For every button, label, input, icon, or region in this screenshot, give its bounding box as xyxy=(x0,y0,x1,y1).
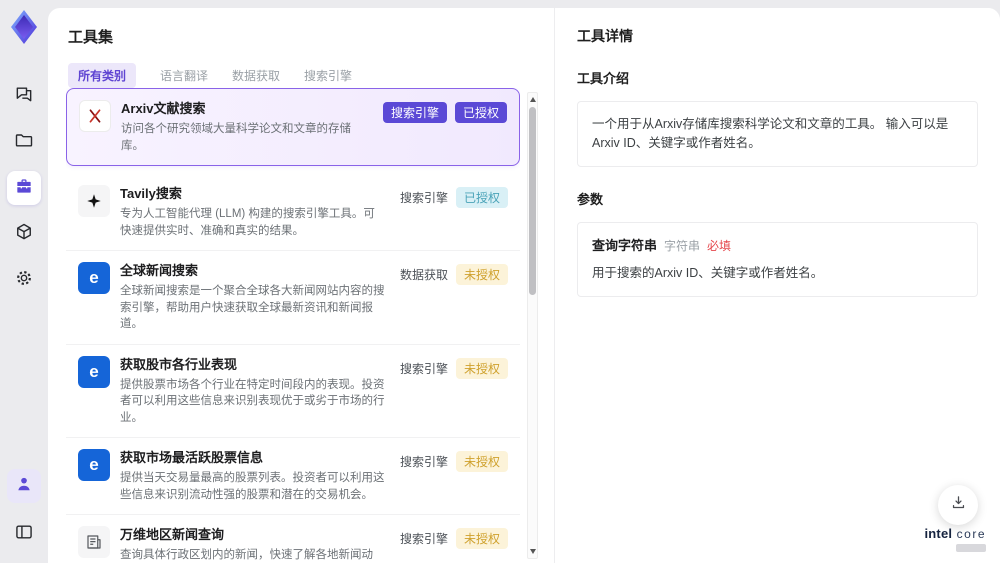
tool-name: 获取市场最活跃股票信息 xyxy=(120,450,264,465)
tab-all-categories[interactable]: 所有类别 xyxy=(68,63,137,88)
tool-info: 万维地区新闻查询 查询具体行政区划内的新闻，快速了解各地新闻动态。 xyxy=(110,526,400,563)
sidebar-item-chat[interactable] xyxy=(7,79,41,113)
scroll-up-arrow-icon[interactable] xyxy=(530,97,536,102)
scroll-down-arrow-icon[interactable] xyxy=(530,549,536,554)
tool-tags: 搜索引擎 未授权 xyxy=(400,528,508,549)
intel-badge xyxy=(956,544,986,552)
tool-tags: 搜索引擎 未授权 xyxy=(400,451,508,472)
panel-toggle-icon xyxy=(14,522,34,547)
cube-icon xyxy=(14,222,34,247)
category-label: 数据获取 xyxy=(399,268,448,282)
tool-description: 访问各个研究领域大量科学论文和文章的存储库。 xyxy=(121,123,351,152)
list-scrollbar[interactable] xyxy=(527,92,538,559)
tool-info: Tavily搜索 专为人工智能代理 (LLM) 构建的搜索引擎工具。可快速提供实… xyxy=(110,185,400,239)
tool-tags: 数据获取 未授权 xyxy=(400,264,508,285)
param-header: 查询字符串 字符串 必填 xyxy=(592,236,963,256)
tool-list-panel: 工具集 所有类别 语言翻译 数据获取 搜索引擎 Arxiv文献搜索 访问各个研究… xyxy=(48,8,546,563)
sidebar-item-settings[interactable] xyxy=(7,263,41,297)
scrollbar-thumb[interactable] xyxy=(529,107,536,295)
category-badge: 搜索引擎 xyxy=(382,102,447,123)
detail-title: 工具详情 xyxy=(577,28,633,44)
status-badge: 已授权 xyxy=(454,102,507,123)
tool-name: Tavily搜索 xyxy=(120,186,182,201)
download-button[interactable] xyxy=(938,485,978,525)
left-rail xyxy=(0,0,48,563)
tool-description: 全球新闻搜索是一个聚合全球各大新闻网站内容的搜索引擎，帮助用户快速获取全球最新资… xyxy=(120,285,385,330)
intro-heading: 工具介绍 xyxy=(577,71,630,86)
sidebar-item-account[interactable] xyxy=(7,469,41,503)
params-heading: 参数 xyxy=(577,192,604,207)
tool-card-arxiv[interactable]: Arxiv文献搜索 访问各个研究领域大量科学论文和文章的存储库。 搜索引擎 已授… xyxy=(66,88,520,166)
status-badge: 未授权 xyxy=(455,357,508,379)
tool-description: 查询具体行政区划内的新闻，快速了解各地新闻动态。 xyxy=(120,549,373,561)
tab-language-translation[interactable]: 语言翻译 xyxy=(160,63,208,88)
star-icon xyxy=(78,185,110,217)
page-title: 工具集 xyxy=(68,29,114,46)
tool-card-global-news[interactable]: e 全球新闻搜索 全球新闻搜索是一个聚合全球各大新闻网站内容的搜索引擎，帮助用户… xyxy=(66,251,520,345)
tool-card-sector-performance[interactable]: e 获取股市各行业表现 提供股票市场各个行业在特定时间段内的表现。投资者可以利用… xyxy=(66,344,520,438)
category-label: 搜索引擎 xyxy=(399,532,448,546)
tool-card-tavily[interactable]: Tavily搜索 专为人工智能代理 (LLM) 构建的搜索引擎工具。可快速提供实… xyxy=(66,174,520,251)
intro-box: 一个用于从Arxiv存储库搜索科学论文和文章的工具。 输入可以是Arxiv ID… xyxy=(577,101,978,167)
category-label: 搜索引擎 xyxy=(399,191,448,205)
tool-description: 专为人工智能代理 (LLM) 构建的搜索引擎工具。可快速提供实时、准确和真实的结… xyxy=(120,208,375,237)
stock-search-icon: e xyxy=(78,355,110,388)
sidebar-item-tools[interactable] xyxy=(7,171,41,205)
stock-search-icon: e xyxy=(78,449,110,481)
tab-search-engine[interactable]: 搜索引擎 xyxy=(304,63,352,88)
tool-name: 万维地区新闻查询 xyxy=(120,527,225,542)
tool-info: 获取股市各行业表现 提供股票市场各个行业在特定时间段内的表现。投资者可以利用这些… xyxy=(110,356,400,427)
tool-description: 提供股票市场各个行业在特定时间段内的表现。投资者可以利用这些信息来识别表现优于或… xyxy=(120,378,385,424)
tool-list: Arxiv文献搜索 访问各个研究领域大量科学论文和文章的存储库。 搜索引擎 已授… xyxy=(66,88,520,563)
tool-tags: 搜索引擎 未授权 xyxy=(399,357,508,379)
sidebar-item-collapse[interactable] xyxy=(7,517,41,551)
user-icon xyxy=(14,474,34,499)
gear-icon xyxy=(14,268,34,293)
intel-core-logo: intel core xyxy=(924,527,986,554)
tab-data-fetch[interactable]: 数据获取 xyxy=(232,63,280,88)
newspaper-icon xyxy=(78,526,110,558)
tool-card-active-stocks[interactable]: e 获取市场最活跃股票信息 提供当天交易量最高的股票列表。投资者可以利用这些信息… xyxy=(66,438,520,515)
sidebar-item-models[interactable] xyxy=(7,217,41,251)
tool-card-regional-news[interactable]: 万维地区新闻查询 查询具体行政区划内的新闻，快速了解各地新闻动态。 搜索引擎 未… xyxy=(66,515,520,563)
folder-icon xyxy=(14,130,34,155)
sidebar-item-files[interactable] xyxy=(7,125,41,159)
main-card: 工具集 所有类别 语言翻译 数据获取 搜索引擎 Arxiv文献搜索 访问各个研究… xyxy=(48,8,1000,563)
tool-info: 全球新闻搜索 全球新闻搜索是一个聚合全球各大新闻网站内容的搜索引擎，帮助用户快速… xyxy=(110,262,400,333)
category-tabs: 所有类别 语言翻译 数据获取 搜索引擎 xyxy=(68,63,546,88)
tool-detail-panel: 工具详情 工具介绍 一个用于从Arxiv存储库搜索科学论文和文章的工具。 输入可… xyxy=(554,8,1000,563)
status-badge: 未授权 xyxy=(455,451,508,472)
param-box: 查询字符串 字符串 必填 用于搜索的Arxiv ID、关键字或作者姓名。 xyxy=(577,222,978,297)
param-type: 字符串 xyxy=(664,239,701,253)
param-name: 查询字符串 xyxy=(592,238,658,253)
category-label: 搜索引擎 xyxy=(399,455,448,469)
tool-name: Arxiv文献搜索 xyxy=(121,101,206,116)
core-wordmark: core xyxy=(956,527,986,541)
status-badge: 未授权 xyxy=(455,528,508,549)
status-badge: 未授权 xyxy=(455,264,508,285)
tool-name: 获取股市各行业表现 xyxy=(120,356,238,372)
app-logo xyxy=(8,9,40,45)
chat-icon xyxy=(14,84,34,109)
category-label: 搜索引擎 xyxy=(399,361,448,376)
news-search-icon: e xyxy=(78,262,110,294)
intel-wordmark: intel xyxy=(924,526,953,541)
tool-tags: 搜索引擎 已授权 xyxy=(382,102,507,123)
download-icon xyxy=(950,494,967,516)
arxiv-logo-icon xyxy=(79,100,111,132)
param-required-badge: 必填 xyxy=(707,239,732,253)
param-description: 用于搜索的Arxiv ID、关键字或作者姓名。 xyxy=(592,266,824,280)
tool-tags: 搜索引擎 已授权 xyxy=(400,187,508,208)
tool-info: 获取市场最活跃股票信息 提供当天交易量最高的股票列表。投资者可以利用这些信息来识… xyxy=(110,449,400,503)
tool-description: 提供当天交易量最高的股票列表。投资者可以利用这些信息来识别流动性强的股票和潜在的… xyxy=(120,472,385,501)
tool-info: Arxiv文献搜索 访问各个研究领域大量科学论文和文章的存储库。 xyxy=(111,100,383,154)
status-badge: 已授权 xyxy=(455,187,508,208)
tool-name: 全球新闻搜索 xyxy=(120,263,199,278)
toolbox-icon xyxy=(14,176,34,201)
